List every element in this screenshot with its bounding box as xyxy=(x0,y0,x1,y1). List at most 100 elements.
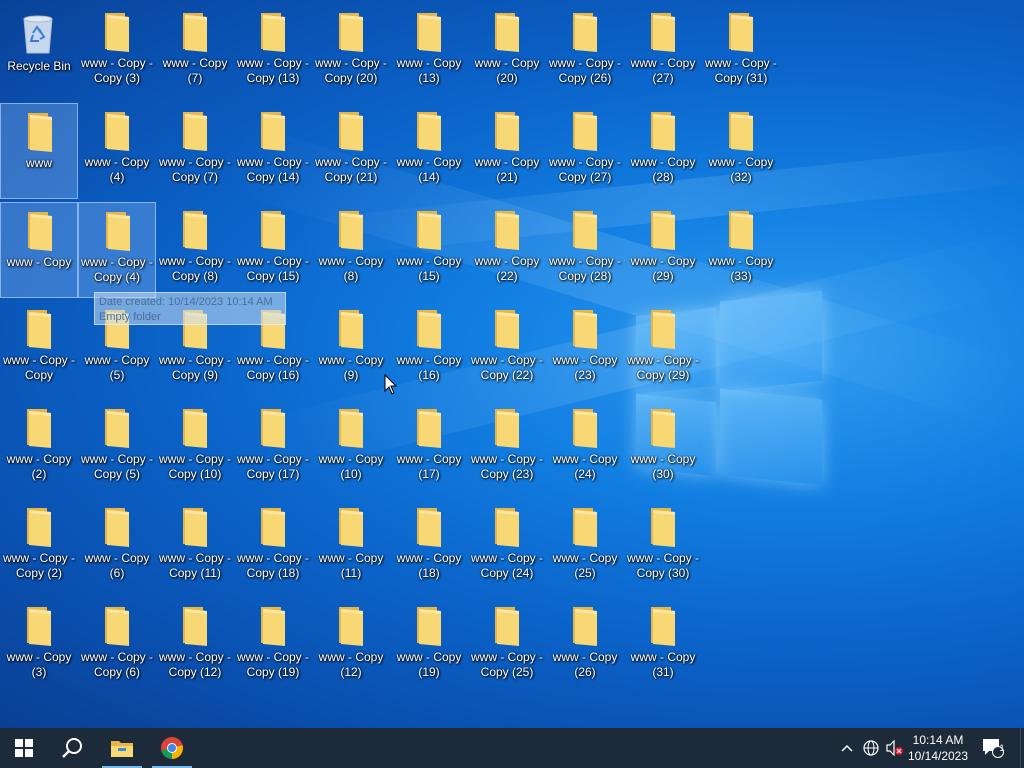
folder-icon xyxy=(27,508,51,547)
folder-label: www - Copy (30) xyxy=(630,452,696,481)
desktop-folder-icon-item[interactable]: www - Copy (11) xyxy=(312,499,390,595)
desktop-folder-icon-item[interactable]: www - Copy - Copy (5) xyxy=(78,400,156,496)
desktop-folder-icon-item[interactable]: www - Copy - Copy (3) xyxy=(78,4,156,100)
desktop-folder-icon-item[interactable]: www - Copy (27) xyxy=(624,4,702,100)
desktop-folder-icon-item[interactable]: www - Copy - Copy (29) xyxy=(624,301,702,397)
desktop-folder-icon-item[interactable]: www - Copy (7) xyxy=(156,4,234,100)
desktop-folder-icon-item[interactable]: www - Copy (18) xyxy=(390,499,468,595)
recycle-bin[interactable]: Recycle Bin xyxy=(0,4,78,100)
desktop-folder-icon-item[interactable]: www - Copy (31) xyxy=(624,598,702,694)
search-button[interactable] xyxy=(48,728,96,768)
desktop-folder-icon-item[interactable]: www - Copy - Copy (25) xyxy=(468,598,546,694)
desktop-folder-icon-item[interactable]: www - Copy (4) xyxy=(78,103,156,199)
desktop-folder-icon-item[interactable]: www - Copy - Copy (11) xyxy=(156,499,234,595)
show-desktop-button[interactable] xyxy=(1020,728,1024,768)
folder-label: www - Copy (3) xyxy=(6,650,72,679)
desktop-folder-icon-item[interactable]: www - Copy (19) xyxy=(390,598,468,694)
folder-tooltip: Date created: 10/14/2023 10:14 AM Empty … xyxy=(94,292,286,325)
desktop-folder-icon-item[interactable]: www - Copy - Copy (23) xyxy=(468,400,546,496)
recycle-bin-label: Recycle Bin xyxy=(7,59,71,73)
desktop-folder-icon-item[interactable]: www - Copy (16) xyxy=(390,301,468,397)
start-button[interactable] xyxy=(0,728,48,768)
volume-button[interactable] xyxy=(884,728,906,768)
desktop-folder-icon-item[interactable]: www - Copy (25) xyxy=(546,499,624,595)
folder-icon xyxy=(261,409,285,448)
desktop-folder-icon-item[interactable]: www - Copy - Copy (24) xyxy=(468,499,546,595)
desktop-folder-icon-item[interactable]: www - Copy (32) xyxy=(702,103,780,199)
show-hidden-icons-button[interactable] xyxy=(836,728,858,768)
desktop-folder-icon-item[interactable]: www - Copy - Copy (7) xyxy=(156,103,234,199)
desktop-folder-icon-item[interactable]: www - Copy - Copy (17) xyxy=(234,400,312,496)
folder-label: www - Copy (9) xyxy=(318,353,384,382)
desktop-folder-icon-item[interactable]: www - Copy - Copy (22) xyxy=(468,301,546,397)
folder-label: www - Copy - Copy (23) xyxy=(470,452,543,481)
desktop-folder-icon-item[interactable]: www - Copy (22) xyxy=(468,202,546,298)
tooltip-description: Empty folder xyxy=(99,311,161,323)
desktop-folder-icon-item[interactable]: www - Copy (33) xyxy=(702,202,780,298)
desktop-folder-icon-item[interactable]: www - Copy - Copy (10) xyxy=(156,400,234,496)
desktop-folder-icon-item[interactable]: www - Copy - Copy (8) xyxy=(156,202,234,298)
desktop-folder-icon-item[interactable]: www - Copy - Copy (4) xyxy=(78,202,156,298)
desktop-folder-icon-item[interactable]: www - Copy (15) xyxy=(390,202,468,298)
desktop-folder-icon-item[interactable]: www - Copy - Copy (19) xyxy=(234,598,312,694)
folder-label: www - Copy (33) xyxy=(708,254,774,283)
desktop-folder-icon-item[interactable]: www - Copy (12) xyxy=(312,598,390,694)
desktop-folder-icon-item[interactable]: www - Copy xyxy=(0,202,78,298)
desktop-folder-icon-item[interactable]: www - Copy (14) xyxy=(390,103,468,199)
desktop-folder-icon-item[interactable]: www - Copy - Copy xyxy=(0,301,78,397)
desktop-folder-icon-item[interactable]: www - Copy - Copy (12) xyxy=(156,598,234,694)
windows-start-icon xyxy=(15,739,33,757)
desktop-folder-icon-item[interactable]: www - Copy (17) xyxy=(390,400,468,496)
desktop-folder-icon-item[interactable]: www - Copy (30) xyxy=(624,400,702,496)
desktop-folder-icon-item[interactable]: www - Copy (24) xyxy=(546,400,624,496)
desktop-folder-icon-item[interactable]: www - Copy - Copy (27) xyxy=(546,103,624,199)
desktop-folder-icon-item[interactable]: www - Copy (2) xyxy=(0,400,78,496)
desktop-folder-icon-item[interactable]: www - Copy - Copy (13) xyxy=(234,4,312,100)
desktop-folder-icon-item[interactable]: www - Copy (21) xyxy=(468,103,546,199)
desktop-folder-icon-item[interactable]: www - Copy - Copy (2) xyxy=(0,499,78,595)
folder-label: www - Copy - Copy (20) xyxy=(314,56,387,85)
mouse-cursor-icon xyxy=(384,374,398,395)
desktop-folder-icon-item[interactable]: www xyxy=(0,103,78,199)
desktop-folder-icon-item[interactable]: www - Copy (29) xyxy=(624,202,702,298)
folder-icon xyxy=(573,112,597,151)
desktop-folder-icon-item[interactable]: www - Copy (6) xyxy=(78,499,156,595)
desktop-folder-icon-item[interactable]: www - Copy (28) xyxy=(624,103,702,199)
network-button[interactable] xyxy=(860,728,882,768)
desktop-folder-icon-item[interactable]: www - Copy - Copy (21) xyxy=(312,103,390,199)
desktop-folder-icon-item[interactable]: www - Copy - Copy (6) xyxy=(78,598,156,694)
desktop-folder-icon-item[interactable]: www - Copy (8) xyxy=(312,202,390,298)
desktop-folder-icon-item[interactable]: www - Copy (13) xyxy=(390,4,468,100)
desktop-folder-icon-item[interactable]: www - Copy - Copy (30) xyxy=(624,499,702,595)
folder-label: www - Copy - Copy (28) xyxy=(548,254,621,283)
desktop-folder-icon-item[interactable]: www - Copy (23) xyxy=(546,301,624,397)
folder-label: www - Copy (22) xyxy=(474,254,540,283)
folder-icon xyxy=(651,409,675,448)
desktop-folder-icon-item[interactable]: www - Copy (26) xyxy=(546,598,624,694)
desktop-folder-icon-item[interactable]: www - Copy - Copy (15) xyxy=(234,202,312,298)
desktop-folder-icon-item[interactable]: www - Copy (20) xyxy=(468,4,546,100)
desktop-folder-icon-item[interactable]: www - Copy (10) xyxy=(312,400,390,496)
folder-icon xyxy=(261,607,285,646)
folder-icon xyxy=(495,409,519,448)
chrome-taskbar-button[interactable] xyxy=(148,728,196,768)
file-explorer-taskbar-button[interactable] xyxy=(98,728,146,768)
file-explorer-icon xyxy=(111,741,133,757)
desktop-folder-icon-item[interactable]: www - Copy - Copy (14) xyxy=(234,103,312,199)
folder-label: www - Copy (13) xyxy=(396,56,462,85)
desktop[interactable]: Recycle Bin www - Copy - Copy (3) www - C… xyxy=(0,0,1024,728)
folder-label: www - Copy - Copy (18) xyxy=(236,551,309,580)
desktop-folder-icon-item[interactable]: www - Copy - Copy (18) xyxy=(234,499,312,595)
folder-label: www - Copy - Copy (31) xyxy=(704,56,777,85)
desktop-folder-icon-item[interactable]: www - Copy - Copy (20) xyxy=(312,4,390,100)
folder-label: www - Copy (11) xyxy=(318,551,384,580)
folder-icon xyxy=(651,310,675,349)
action-center-button[interactable]: 1 xyxy=(978,728,1008,768)
desktop-folder-icon-item[interactable]: www - Copy (3) xyxy=(0,598,78,694)
desktop-folder-icon-item[interactable]: www - Copy - Copy (28) xyxy=(546,202,624,298)
clock[interactable]: 10:14 AM 10/14/2023 xyxy=(905,728,971,768)
desktop-folder-icon-item[interactable]: www - Copy - Copy (31) xyxy=(702,4,780,100)
desktop-folder-icon-item[interactable]: www - Copy - Copy (26) xyxy=(546,4,624,100)
folder-icon xyxy=(573,607,597,646)
desktop-folder-icon-item[interactable]: www - Copy (9) xyxy=(312,301,390,397)
